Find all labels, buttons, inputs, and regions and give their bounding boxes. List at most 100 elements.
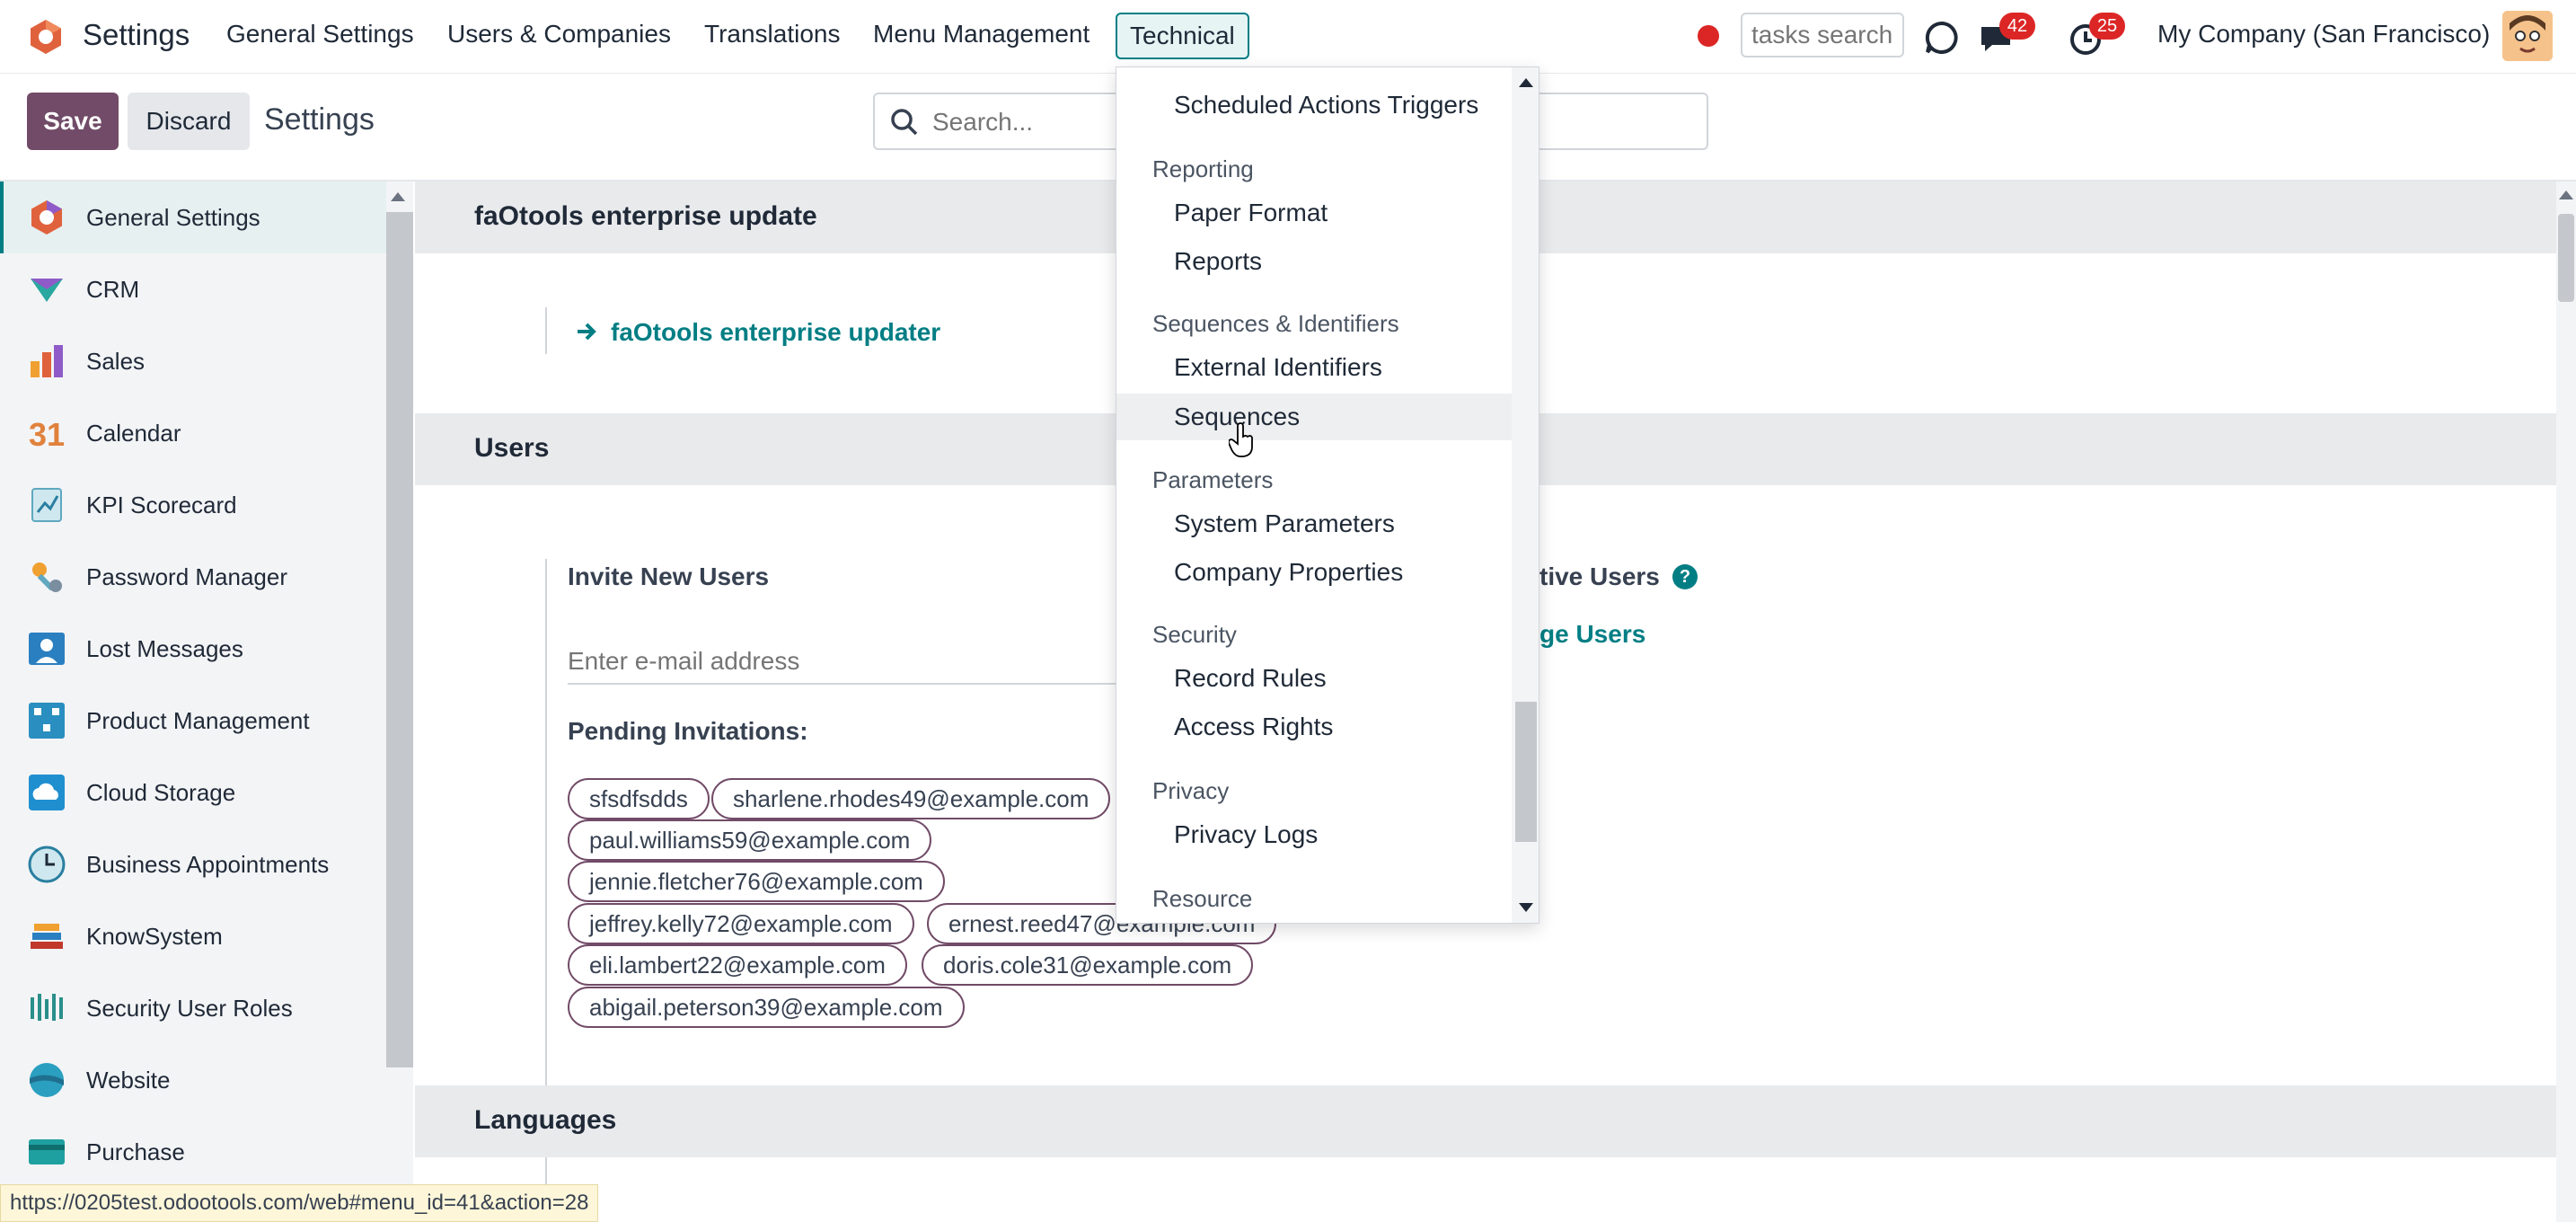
sidebar-item-website[interactable]: Website xyxy=(0,1044,386,1116)
sidebar-item-cloud-storage[interactable]: Cloud Storage xyxy=(0,757,386,828)
dropdown-header-reporting: Reporting xyxy=(1152,155,1254,182)
menu-item-record-rules[interactable]: Record Rules xyxy=(1116,655,1512,702)
lost-messages-icon xyxy=(29,633,65,665)
password-manager-icon xyxy=(32,562,62,592)
security-roles-icon xyxy=(31,994,63,1021)
sidebar-item-label: Password Manager xyxy=(86,562,287,590)
menu-item-privacy-logs[interactable]: Privacy Logs xyxy=(1116,811,1512,858)
appointments-clock-icon xyxy=(28,846,66,883)
sidebar-item-business-appointments[interactable]: Business Appointments xyxy=(0,828,386,900)
sidebar-item-product-management[interactable]: Product Management xyxy=(0,685,386,757)
pending-invitation-tag[interactable]: jeffrey.kelly72@example.com xyxy=(568,903,914,944)
dropdown-scroll-up-icon[interactable] xyxy=(1519,78,1533,87)
sidebar-item-calendar[interactable]: 31 Calendar xyxy=(0,397,386,469)
sidebar-item-label: Website xyxy=(86,1066,171,1094)
menu-item-external-identifiers[interactable]: External Identifiers xyxy=(1116,344,1512,391)
menu-item-access-rights[interactable]: Access Rights xyxy=(1116,704,1512,750)
menu-item-company-properties[interactable]: Company Properties xyxy=(1116,549,1512,596)
technical-dropdown-menu: Scheduled Actions Triggers Reporting Pap… xyxy=(1116,66,1539,924)
sidebar-item-label: CRM xyxy=(86,275,140,303)
svg-text:31: 31 xyxy=(29,416,65,453)
dropdown-header-sequences-identifiers: Sequences & Identifiers xyxy=(1152,310,1399,337)
sidebar-item-label: Business Appointments xyxy=(86,850,330,878)
setting-divider xyxy=(545,307,547,354)
activities-count-badge: 25 xyxy=(2089,13,2125,40)
discard-button[interactable]: Discard xyxy=(128,93,250,150)
hand-pointer-cursor-icon xyxy=(1229,422,1253,457)
main-scroll-up-icon[interactable] xyxy=(2559,190,2573,199)
discuss-bubble-icon[interactable] xyxy=(1922,18,1962,58)
invite-new-users-label: Invite New Users xyxy=(568,562,770,590)
dropdown-scrollbar-thumb[interactable] xyxy=(1515,702,1537,842)
top-navbar: Settings General Settings Users & Compan… xyxy=(0,0,2576,74)
tasks-search-input[interactable] xyxy=(1741,13,1904,58)
sidebar-item-label: Product Management xyxy=(86,706,310,734)
sidebar-item-label: General Settings xyxy=(86,203,260,231)
odoo-logo-icon xyxy=(31,200,62,235)
pending-invitation-tag[interactable]: abigail.peterson39@example.com xyxy=(568,987,965,1028)
dropdown-header-resource: Resource xyxy=(1152,885,1253,912)
sidebar-item-crm[interactable]: CRM xyxy=(0,253,386,325)
crm-icon xyxy=(31,279,63,302)
company-switcher[interactable]: My Company (San Francisco) xyxy=(2157,20,2490,49)
sidebar-item-purchase[interactable]: Purchase xyxy=(0,1116,386,1188)
breadcrumb: Settings xyxy=(264,102,375,137)
product-management-icon xyxy=(29,703,65,739)
sidebar-item-knowsystem[interactable]: KnowSystem xyxy=(0,900,386,972)
menu-item-scheduled-actions-triggers[interactable]: Scheduled Actions Triggers xyxy=(1116,82,1512,128)
sidebar-item-lost-messages[interactable]: Lost Messages xyxy=(0,613,386,685)
cloud-storage-icon xyxy=(29,775,65,810)
sidebar-item-label: Purchase xyxy=(86,1138,185,1165)
dropdown-header-security: Security xyxy=(1152,621,1237,648)
sidebar-scrollbar-thumb[interactable] xyxy=(386,212,413,1067)
manage-users-link[interactable]: ge Users xyxy=(1539,620,1645,649)
dropdown-header-privacy: Privacy xyxy=(1152,777,1230,804)
sidebar-item-sales[interactable]: Sales xyxy=(0,325,386,397)
user-avatar[interactable] xyxy=(2502,11,2553,61)
arrow-right-icon xyxy=(578,323,596,341)
pending-invitation-tag[interactable]: paul.williams59@example.com xyxy=(568,819,932,861)
kpi-scorecard-icon xyxy=(31,488,62,522)
help-question-icon[interactable]: ? xyxy=(1672,564,1698,589)
sidebar-item-security-user-roles[interactable]: Security User Roles xyxy=(0,972,386,1044)
menu-item-paper-format[interactable]: Paper Format xyxy=(1116,190,1512,236)
purchase-icon xyxy=(29,1139,65,1164)
sidebar-item-label: Security User Roles xyxy=(86,994,293,1022)
menu-item-system-parameters[interactable]: System Parameters xyxy=(1116,500,1512,547)
pending-invitation-tag[interactable]: sfsdfsdds xyxy=(568,778,710,819)
section-title: Users xyxy=(474,433,550,463)
status-bar-url: https://0205test.odootools.com/web#menu_… xyxy=(0,1184,599,1222)
settings-app-logo-icon[interactable] xyxy=(27,18,65,56)
pending-invitation-tag[interactable]: jennie.fletcher76@example.com xyxy=(568,861,945,902)
sidebar-item-password-manager[interactable]: Password Manager xyxy=(0,541,386,613)
pending-invitation-tag[interactable]: eli.lambert22@example.com xyxy=(568,944,907,986)
menu-menu-management[interactable]: Menu Management xyxy=(873,20,1090,49)
menu-item-reports[interactable]: Reports xyxy=(1116,238,1512,285)
calendar-icon: 31 xyxy=(29,416,65,453)
menu-technical[interactable]: Technical xyxy=(1116,13,1249,59)
settings-sidebar: General Settings CRM Sales 31 Calendar K… xyxy=(0,182,413,1222)
app-title[interactable]: Settings xyxy=(83,18,190,52)
section-title: faOtools enterprise update xyxy=(474,201,817,231)
main-scrollbar-thumb[interactable] xyxy=(2558,214,2574,302)
recording-indicator[interactable] xyxy=(1698,25,1719,47)
search-icon xyxy=(891,109,918,136)
menu-users-companies[interactable]: Users & Companies xyxy=(447,20,671,49)
menu-item-sequences[interactable]: Sequences xyxy=(1116,394,1512,440)
books-icon xyxy=(31,924,63,949)
dropdown-scroll-down-icon[interactable] xyxy=(1519,903,1533,912)
invite-email-input[interactable] xyxy=(568,640,1151,685)
menu-translations[interactable]: Translations xyxy=(704,20,840,49)
sidebar-scroll-up-icon[interactable] xyxy=(391,192,405,201)
faotools-updater-link[interactable]: faOtools enterprise updater xyxy=(611,318,940,347)
website-icon xyxy=(30,1063,64,1097)
active-users-label: tive Users xyxy=(1539,562,1660,590)
pending-invitation-tag[interactable]: doris.cole31@example.com xyxy=(922,944,1254,986)
pending-invitation-tag[interactable]: sharlene.rhodes49@example.com xyxy=(711,778,1111,819)
menu-general-settings[interactable]: General Settings xyxy=(226,20,414,49)
sidebar-item-kpi-scorecard[interactable]: KPI Scorecard xyxy=(0,469,386,541)
sidebar-item-general-settings[interactable]: General Settings xyxy=(0,182,386,253)
save-button[interactable]: Save xyxy=(27,93,119,150)
main-scrollbar[interactable] xyxy=(2556,182,2576,1222)
sidebar-item-label: Sales xyxy=(86,347,146,375)
